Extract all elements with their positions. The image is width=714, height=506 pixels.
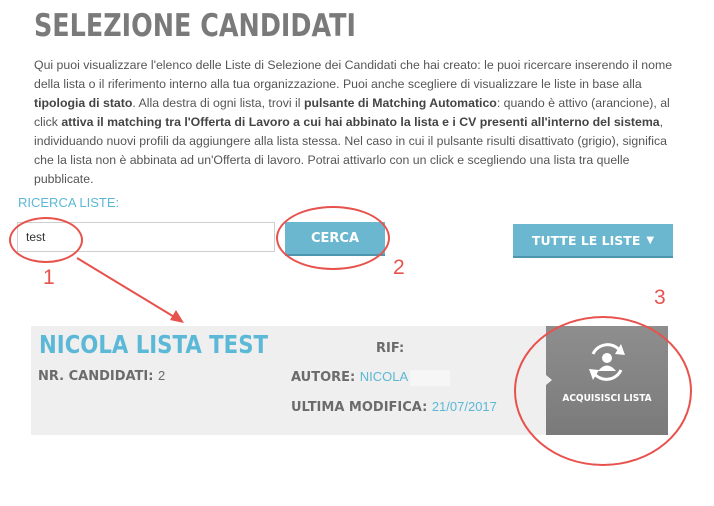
page-description: Qui puoi visualizzare l'elenco delle Lis… — [34, 56, 674, 189]
desc-text-2: . Alla destra di ogni lista, trovi il — [132, 96, 304, 110]
rif-field: RIF: — [376, 340, 404, 356]
author-field: AUTORE: NICOLA — [291, 369, 451, 386]
list-name[interactable]: NICOLA LISTA TEST — [39, 330, 268, 359]
author-redaction — [410, 369, 451, 386]
desc-bold-3: attiva il matching tra l'Offerta di Lavo… — [61, 115, 660, 129]
last-modified-label: ULTIMA MODIFICA: — [291, 400, 428, 415]
chevron-down-icon: ▼ — [646, 234, 655, 246]
rif-label: RIF: — [376, 341, 405, 356]
desc-text-1: Qui puoi visualizzare l'elenco delle Lis… — [34, 58, 673, 91]
list-filter-dropdown[interactable]: TUTTE LE LISTE ▼ — [513, 224, 673, 256]
annotation-number-3: 3 — [654, 286, 666, 309]
search-label: RICERCA LISTE: — [18, 195, 120, 210]
annotation-number-1: 1 — [43, 266, 55, 289]
annotation-circle-2 — [276, 206, 390, 270]
author-label: AUTORE: — [291, 370, 356, 385]
list-filter-label: TUTTE LE LISTE — [531, 232, 641, 248]
last-modified-value: 21/07/2017 — [431, 399, 497, 414]
desc-bold-2: pulsante di Matching Automatico — [303, 96, 497, 110]
author-value: NICOLA — [359, 369, 409, 384]
page-title: SELEZIONE CANDIDATI — [34, 8, 356, 44]
candidates-count: NR. CANDIDATI: 2 — [38, 368, 165, 384]
candidates-value: 2 — [157, 368, 166, 383]
last-modified-field: ULTIMA MODIFICA: 21/07/2017 — [291, 399, 497, 415]
desc-bold-1: tipologia di stato — [34, 96, 133, 110]
annotation-circle-3 — [514, 316, 692, 466]
candidates-label: NR. CANDIDATI: — [38, 369, 154, 384]
annotation-number-2: 2 — [393, 256, 405, 279]
annotation-circle-1 — [9, 217, 83, 263]
